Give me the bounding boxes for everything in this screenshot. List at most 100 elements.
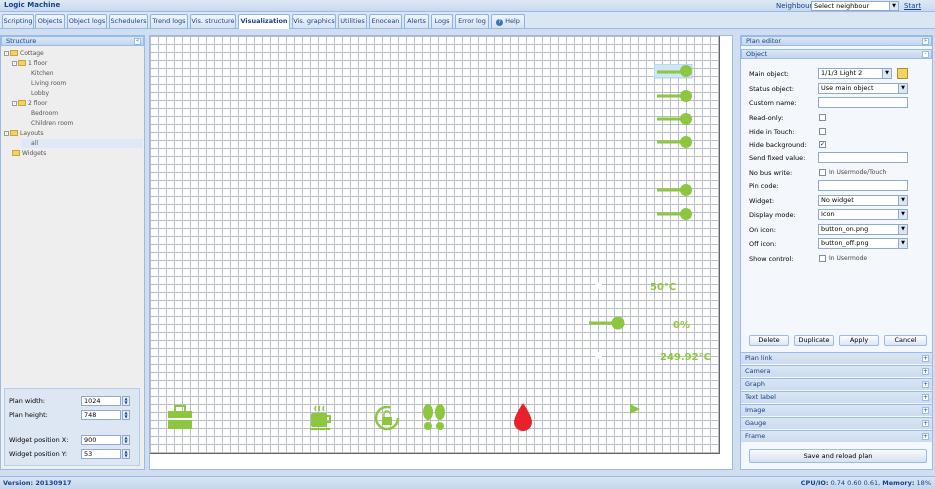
tree-item-1-floor[interactable]: -1 floor xyxy=(12,59,47,68)
coffee-cup-icon[interactable] xyxy=(308,404,334,432)
widget-select[interactable]: No widget ▼ xyxy=(818,195,908,206)
plus-icon[interactable]: + xyxy=(922,394,929,401)
apply-button[interactable]: Apply xyxy=(839,335,879,346)
status-object-select[interactable]: Use main object ▼ xyxy=(818,83,908,94)
main-object-select[interactable]: 1/1/3 Light 2 ▼ xyxy=(818,68,892,79)
light-switch-icon[interactable] xyxy=(657,113,692,125)
tab-error-log[interactable]: Error log xyxy=(455,14,489,28)
custom-name-input[interactable] xyxy=(818,97,908,108)
no-bus-write-checkbox[interactable] xyxy=(819,169,826,176)
light-switch-icon[interactable] xyxy=(657,208,692,220)
dimmer-slider[interactable] xyxy=(588,316,628,330)
temperature-value-2[interactable]: 249.92°C xyxy=(660,352,711,363)
tree-item-bedroom[interactable]: Bedroom xyxy=(31,109,58,118)
tree-item-layouts[interactable]: - Layouts xyxy=(4,129,44,138)
tab-help[interactable]: ? Help xyxy=(491,14,525,28)
tree-item-widgets[interactable]: Widgets xyxy=(12,149,46,158)
plan-height-input[interactable]: 748 xyxy=(81,410,121,420)
collapse-icon[interactable]: - xyxy=(12,101,17,106)
section-camera[interactable]: Camera + xyxy=(741,365,932,377)
folder-icon xyxy=(10,130,18,136)
tab-utilities[interactable]: Utilities xyxy=(338,14,367,28)
status-object-label: Status object: xyxy=(749,85,794,93)
tab-logs[interactable]: Logs xyxy=(431,14,453,28)
hide-touch-label: Hide in Touch: xyxy=(749,128,795,136)
tree-item-children-room[interactable]: Children room xyxy=(31,119,73,128)
widget-y-spinner[interactable]: ▲ ▼ xyxy=(122,449,130,459)
briefcase-icon[interactable] xyxy=(166,405,194,431)
off-icon-select[interactable]: button_off.png ▼ xyxy=(818,238,908,249)
tab-vis-graphics[interactable]: Vis. graphics xyxy=(292,14,336,28)
hide-background-checkbox[interactable]: ✓ xyxy=(819,141,826,148)
light-switch-icon[interactable] xyxy=(657,136,692,148)
section-graph[interactable]: Graph + xyxy=(741,378,932,390)
tree-item-lobby[interactable]: Lobby xyxy=(31,89,49,98)
tab-object-logs[interactable]: Object logs xyxy=(67,14,107,28)
section-text-label[interactable]: Text label + xyxy=(741,391,932,403)
tab-alerts[interactable]: Alerts xyxy=(404,14,429,28)
send-fixed-input[interactable] xyxy=(818,152,908,163)
sensor-dot[interactable] xyxy=(595,352,602,359)
percent-value[interactable]: 0% xyxy=(673,320,690,331)
edit-object-icon[interactable] xyxy=(897,68,908,79)
section-frame[interactable]: Frame + xyxy=(741,430,932,442)
show-control-label: Show control: xyxy=(749,255,794,263)
plan-width-input[interactable]: 1024 xyxy=(81,396,121,406)
plan-canvas[interactable]: 50°C 0% 249.92°C xyxy=(149,35,733,470)
tab-enocean[interactable]: Enocean xyxy=(369,14,402,28)
plus-icon[interactable]: + xyxy=(922,420,929,427)
duplicate-button[interactable]: Duplicate xyxy=(794,335,834,346)
widget-x-input[interactable]: 900 xyxy=(81,435,121,445)
unlock-refresh-icon[interactable] xyxy=(374,404,402,432)
tree-item-kitchen[interactable]: Kitchen xyxy=(31,69,54,78)
cancel-button[interactable]: Cancel xyxy=(884,335,927,346)
tree-item-cottage[interactable]: - Cottage xyxy=(4,49,44,58)
widget-x-spinner[interactable]: ▲ ▼ xyxy=(122,435,130,445)
plus-icon[interactable]: + xyxy=(922,381,929,388)
memory-label: Memory: xyxy=(882,479,915,487)
save-reload-button[interactable]: Save and reload plan xyxy=(749,449,927,463)
tree-item-2-floor[interactable]: -2 floor xyxy=(12,99,47,108)
read-only-checkbox[interactable] xyxy=(819,114,826,121)
collapse-right-icon[interactable]: » xyxy=(922,38,929,45)
plus-icon[interactable]: + xyxy=(922,355,929,362)
collapse-left-icon[interactable]: « xyxy=(134,38,141,45)
tab-objects[interactable]: Objects xyxy=(35,14,65,28)
section-gauge[interactable]: Gauge + xyxy=(741,417,932,429)
collapse-icon[interactable]: - xyxy=(4,51,9,56)
plan-width-spinner[interactable]: ▲ ▼ xyxy=(122,396,130,406)
widget-y-input[interactable]: 53 xyxy=(81,449,121,459)
object-section-header[interactable]: Object - xyxy=(741,49,932,59)
neighbour-select[interactable]: Select neighbour ▼ xyxy=(811,1,899,11)
tab-trend-logs[interactable]: Trend logs xyxy=(150,14,188,28)
on-icon-select[interactable]: button_on.png ▼ xyxy=(818,224,908,235)
light-switch-icon[interactable] xyxy=(657,90,692,102)
water-drop-icon[interactable] xyxy=(512,402,534,432)
temperature-value-1[interactable]: 50°C xyxy=(650,282,676,293)
plus-icon[interactable]: + xyxy=(922,368,929,375)
section-image[interactable]: Image + xyxy=(741,404,932,416)
delete-button[interactable]: Delete xyxy=(749,335,789,346)
plus-icon[interactable]: + xyxy=(922,407,929,414)
collapse-icon[interactable]: - xyxy=(4,131,9,136)
light-switch-icon[interactable] xyxy=(657,184,692,196)
sensor-dot[interactable] xyxy=(595,282,602,289)
collapse-icon[interactable]: - xyxy=(12,61,17,66)
section-plan-link[interactable]: Plan link + xyxy=(741,352,932,364)
plan-grid[interactable]: 50°C 0% 249.92°C xyxy=(150,36,720,454)
show-control-checkbox[interactable] xyxy=(819,255,826,262)
tree-item-living-room[interactable]: Living room xyxy=(31,79,66,88)
footprints-icon[interactable] xyxy=(420,403,448,433)
hide-touch-checkbox[interactable] xyxy=(819,128,826,135)
tab-schedulers[interactable]: Schedulers xyxy=(109,14,148,28)
tab-vis-structure[interactable]: Vis. structure xyxy=(190,14,236,28)
tab-visualization[interactable]: Visualization xyxy=(238,14,290,29)
minus-icon[interactable]: - xyxy=(922,51,929,58)
play-icon[interactable] xyxy=(628,402,642,416)
plan-height-spinner[interactable]: ▲ ▼ xyxy=(122,410,130,420)
display-mode-select[interactable]: Icon ▼ xyxy=(818,209,908,220)
tab-scripting[interactable]: Scripting xyxy=(2,14,34,28)
plus-icon[interactable]: + xyxy=(922,433,929,440)
tree-item-all[interactable]: all xyxy=(21,139,143,148)
pin-code-input[interactable] xyxy=(818,180,908,191)
